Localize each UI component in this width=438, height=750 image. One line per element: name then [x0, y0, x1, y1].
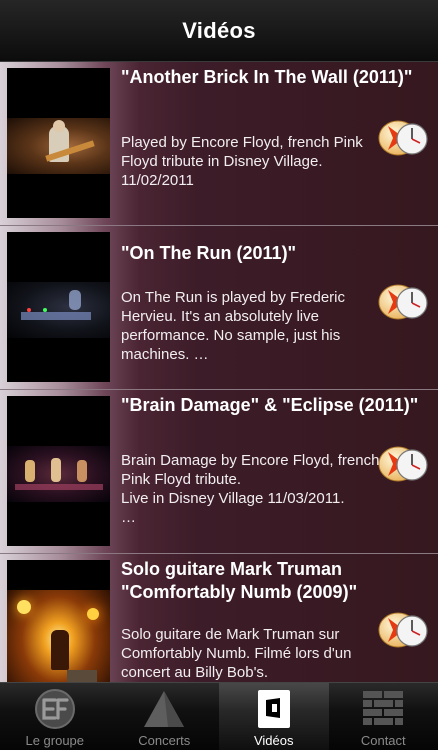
- video-title-1: "Another Brick In The Wall (2011)": [121, 67, 413, 87]
- video-thumbnail-3: [7, 396, 110, 546]
- tab-bar: Le groupe Concerts Vidéos Contact: [0, 682, 438, 750]
- tab-concerts[interactable]: Concerts: [110, 683, 220, 750]
- video-thumbnail-2: [7, 232, 110, 382]
- video-row-4[interactable]: Solo guitare Mark Truman "Comfortably Nu…: [0, 554, 438, 682]
- video-list[interactable]: "Another Brick In The Wall (2011)" Playe…: [0, 62, 438, 682]
- video-description-1: Played by Encore Floyd, french Pink Floy…: [121, 134, 363, 189]
- brick-wall-icon: [359, 688, 407, 730]
- navigation-bar: Vidéos: [0, 0, 438, 62]
- tab-label: Concerts: [138, 733, 191, 748]
- video-row-3[interactable]: "Brain Damage" & "Eclipse (2011)" Brain …: [0, 390, 438, 554]
- tab-label: Vidéos: [253, 733, 294, 748]
- video-row-1[interactable]: "Another Brick In The Wall (2011)" Playe…: [0, 62, 438, 226]
- tab-le-groupe[interactable]: Le groupe: [0, 683, 110, 750]
- video-thumbnail-1: [7, 68, 110, 218]
- video-description-2: On The Run is played by Frederic Hervieu…: [121, 289, 345, 363]
- tab-videos[interactable]: Vidéos: [219, 683, 329, 750]
- ef-logo-icon: [31, 688, 79, 730]
- play-video-icon[interactable]: [378, 445, 430, 483]
- play-video-icon[interactable]: [378, 283, 430, 321]
- tab-label: Contact: [360, 733, 406, 748]
- video-title-4: Solo guitare Mark Truman "Comfortably Nu…: [121, 559, 358, 602]
- page-title: Vidéos: [182, 17, 256, 43]
- tab-label: Le groupe: [25, 733, 85, 748]
- pyramid-icon: [140, 688, 188, 730]
- play-video-icon[interactable]: [378, 611, 430, 649]
- video-row-2[interactable]: "On The Run (2011)" On The Run is played…: [0, 226, 438, 390]
- video-description-4: Solo guitare de Mark Truman sur Comforta…: [121, 626, 352, 681]
- video-title-2: "On The Run (2011)": [121, 243, 297, 263]
- tab-contact[interactable]: Contact: [329, 683, 438, 750]
- video-description-3: Brain Damage by Encore Floyd, french Pin…: [121, 452, 380, 526]
- play-video-icon[interactable]: [378, 119, 430, 157]
- video-frame-icon: [250, 688, 298, 730]
- video-title-3: "Brain Damage" & "Eclipse (2011)": [121, 395, 419, 415]
- video-thumbnail-4: [7, 560, 110, 682]
